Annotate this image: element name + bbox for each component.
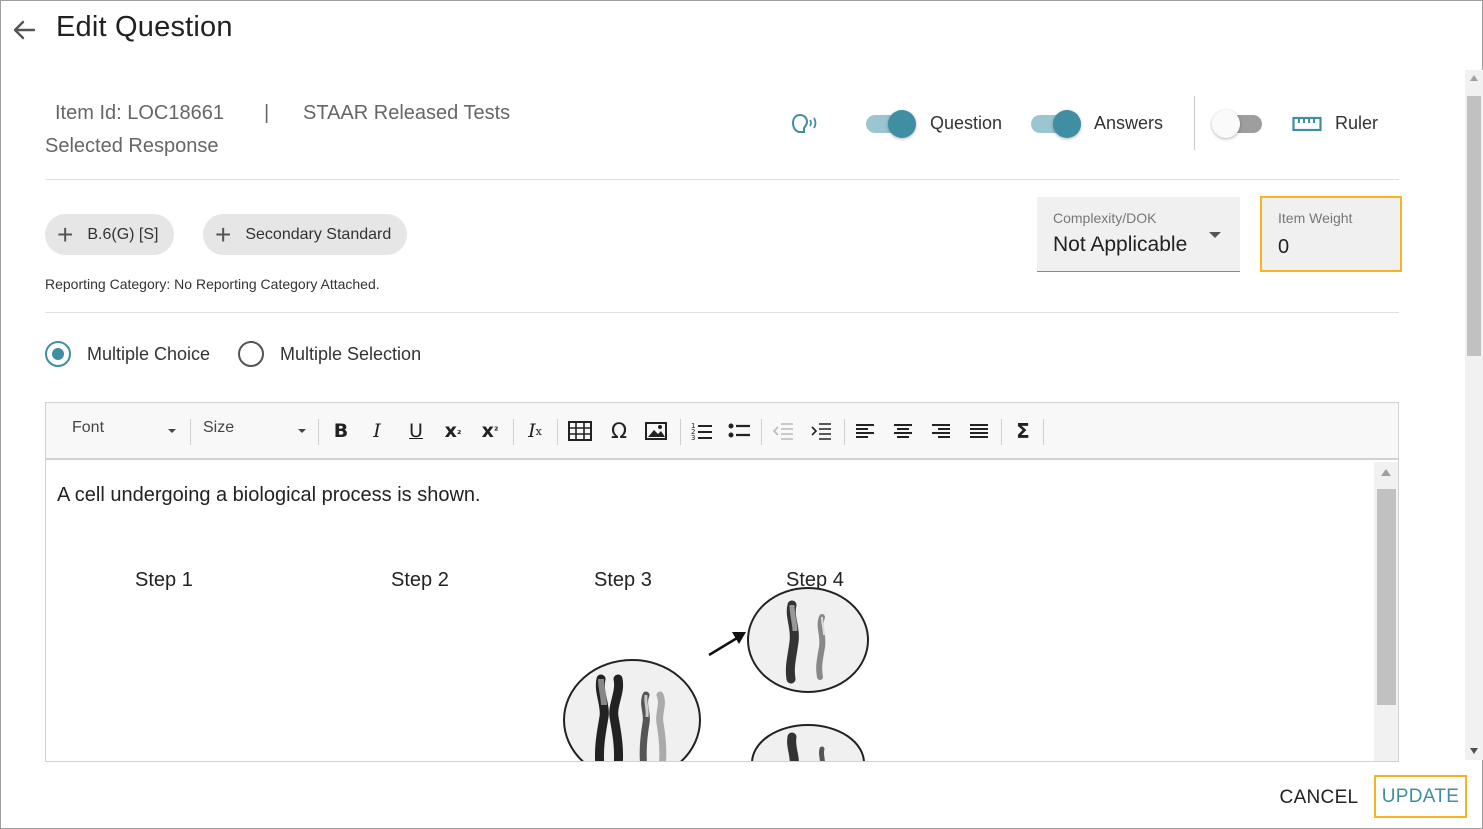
scroll-down-arrow-icon[interactable] xyxy=(1470,748,1478,754)
bulleted-list-icon[interactable] xyxy=(726,418,752,444)
toolbar-separator xyxy=(761,419,762,445)
complexity-label: Complexity/DOK xyxy=(1053,210,1157,226)
text-to-speech-icon[interactable] xyxy=(790,112,820,136)
secondary-standard-chip[interactable]: + Secondary Standard xyxy=(203,214,408,255)
update-button[interactable]: UPDATE xyxy=(1374,775,1467,818)
scroll-thumb[interactable] xyxy=(1467,96,1481,356)
question-text: A cell undergoing a biological process i… xyxy=(57,484,481,506)
scroll-thumb[interactable] xyxy=(1377,489,1396,705)
chip-label: B.6(G) [S] xyxy=(87,225,159,243)
item-weight-field[interactable]: Item Weight xyxy=(1260,196,1402,272)
scroll-up-arrow-icon[interactable] xyxy=(1381,469,1391,476)
info-separator: | xyxy=(264,102,270,124)
underline-icon[interactable]: U xyxy=(403,418,429,444)
plus-icon: + xyxy=(57,218,74,250)
chip-label: Secondary Standard xyxy=(245,225,392,243)
image-icon[interactable] xyxy=(643,418,669,444)
svg-text:3: 3 xyxy=(691,434,695,441)
question-toggle[interactable] xyxy=(866,108,916,138)
font-combo-label: Font xyxy=(72,419,105,436)
align-right-icon[interactable] xyxy=(928,418,954,444)
item-type: Selected Response xyxy=(45,135,219,157)
back-arrow-icon[interactable] xyxy=(8,14,40,46)
size-combo[interactable]: Size xyxy=(203,419,306,445)
remove-format-icon[interactable]: Ix xyxy=(522,418,548,444)
justify-icon[interactable] xyxy=(966,418,992,444)
special-character-icon[interactable]: Ω xyxy=(606,418,632,444)
item-id: Item Id: LOC18661 xyxy=(55,102,224,124)
complexity-value: Not Applicable xyxy=(1053,233,1188,256)
math-sigma-icon[interactable]: Σ xyxy=(1010,418,1036,444)
dropdown-caret-icon xyxy=(1209,232,1221,238)
answers-toggle[interactable] xyxy=(1031,108,1081,138)
toolbar-separator xyxy=(1043,419,1044,445)
editor-scrollbar[interactable] xyxy=(1374,462,1398,761)
indent-icon[interactable] xyxy=(808,418,834,444)
divider xyxy=(45,312,1399,313)
size-combo-label: Size xyxy=(203,419,235,436)
cell-division-diagram xyxy=(563,587,869,761)
toolbar-separator xyxy=(318,419,319,445)
ruler-icon xyxy=(1292,115,1322,133)
align-left-icon[interactable] xyxy=(852,418,878,444)
ruler-toggle[interactable] xyxy=(1212,108,1262,138)
numbered-list-icon[interactable]: 123 xyxy=(689,418,715,444)
outdent-icon[interactable] xyxy=(770,418,796,444)
multiple-selection-radio[interactable]: Multiple Selection xyxy=(238,341,421,367)
page-title: Edit Question xyxy=(56,11,233,43)
radio-circle xyxy=(45,341,71,367)
reporting-category: Reporting Category: No Reporting Categor… xyxy=(45,276,380,292)
table-icon[interactable] xyxy=(567,418,593,444)
step-label: Step 2 xyxy=(391,569,449,591)
toolbar-separator xyxy=(844,419,845,445)
toggle-knob xyxy=(888,110,916,138)
toolbar-separator xyxy=(513,419,514,445)
question-toggle-label: Question xyxy=(930,113,1003,133)
toggle-knob xyxy=(1053,110,1081,138)
item-weight-label: Item Weight xyxy=(1278,210,1353,226)
toolbar-separator xyxy=(557,419,558,445)
editor-content[interactable]: A cell undergoing a biological process i… xyxy=(46,462,1372,761)
page-scrollbar[interactable] xyxy=(1465,70,1483,760)
toolbar-separator xyxy=(680,419,681,445)
cancel-button[interactable]: CANCEL xyxy=(1276,778,1362,818)
font-combo[interactable]: Font xyxy=(72,419,176,445)
toggle-knob xyxy=(1212,110,1240,138)
answers-toggle-label: Answers xyxy=(1094,113,1164,133)
primary-standard-chip[interactable]: + B.6(G) [S] xyxy=(45,214,175,255)
step-label: Step 1 xyxy=(135,569,193,591)
align-center-icon[interactable] xyxy=(890,418,916,444)
plus-icon: + xyxy=(215,218,232,250)
radio-circle xyxy=(238,341,264,367)
radio-label: Multiple Selection xyxy=(280,343,422,364)
subscript-icon[interactable]: x₂ xyxy=(440,418,466,444)
item-source: STAAR Released Tests xyxy=(303,102,511,124)
toolbar-separator xyxy=(1001,419,1002,445)
multiple-choice-radio[interactable]: Multiple Choice xyxy=(45,341,210,367)
complexity-select[interactable]: Complexity/DOK Not Applicable xyxy=(1037,197,1240,272)
bold-icon[interactable]: B xyxy=(328,418,354,444)
superscript-icon[interactable]: x² xyxy=(477,418,503,444)
toolbar-separator xyxy=(190,419,191,445)
vertical-divider xyxy=(1194,96,1195,150)
combo-caret-icon xyxy=(168,429,176,433)
ruler-label: Ruler xyxy=(1335,113,1379,133)
editor-toolbar: Font Size B I U x₂ x² Ix Ω 123 Σ xyxy=(46,403,1398,460)
question-editor: Font Size B I U x₂ x² Ix Ω 123 Σ A cell … xyxy=(45,402,1399,762)
divider xyxy=(45,179,1399,180)
scroll-up-arrow-icon[interactable] xyxy=(1470,75,1478,81)
radio-label: Multiple Choice xyxy=(87,343,211,364)
italic-icon[interactable]: I xyxy=(364,418,390,444)
combo-caret-icon xyxy=(298,429,306,433)
item-weight-input[interactable] xyxy=(1278,236,1378,259)
